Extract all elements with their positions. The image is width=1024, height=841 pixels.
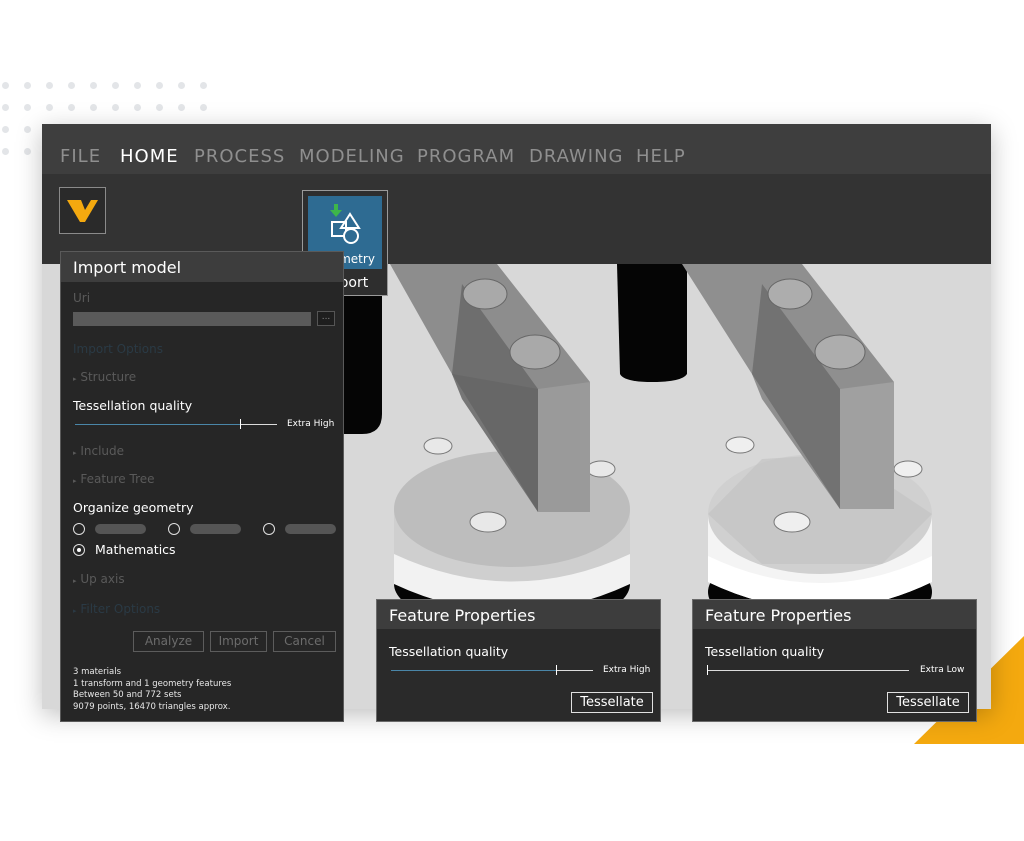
decorative-dot [156,104,163,111]
structure-section[interactable]: ▸ Structure [73,370,136,384]
expand-arrow-icon: ▸ [73,577,77,585]
feature-properties-panel-left: Feature Properties Tessellation quality … [376,599,661,722]
tessellation-slider-fill [75,424,241,425]
menu-drawing[interactable]: DRAWING [529,146,624,167]
expand-arrow-icon: ▸ [73,607,77,615]
organize-option-3-label [285,524,336,534]
feature-properties-panel-right: Feature Properties Tessellation quality … [692,599,977,722]
filter-options-section[interactable]: ▸ Filter Options [73,602,160,616]
feature-tree-section[interactable]: ▸ Feature Tree [73,472,155,486]
organize-option-1-label [95,524,146,534]
stat-line: Between 50 and 772 sets [73,690,182,700]
decorative-dot [200,82,207,89]
expand-arrow-icon: ▸ [73,375,77,383]
import-options-label[interactable]: Import Options [73,342,163,356]
tessellation-slider-thumb[interactable] [556,665,557,675]
decorative-dot [46,82,53,89]
decorative-dot [24,82,31,89]
browse-button[interactable]: ... [317,311,335,326]
organize-option-3-radio[interactable] [263,523,275,535]
decorative-dot [134,104,141,111]
panel-title: Import model [61,252,343,282]
tessellation-label: Tessellation quality [73,398,193,413]
expand-arrow-icon: ▸ [73,449,77,457]
menu-home[interactable]: HOME [120,146,179,167]
decorative-dot [24,148,31,155]
import-model-panel: Import model Uri ... Import Options ▸ St… [60,251,344,722]
left-model [304,264,630,629]
feature-properties-title: Feature Properties [693,600,976,629]
decorative-dot [68,104,75,111]
tessellation-value: Extra High [603,665,651,675]
menu-modeling[interactable]: MODELING [299,146,405,167]
tessellation-slider-thumb[interactable] [240,419,241,429]
structure-label: Structure [80,370,137,384]
right-model [617,264,932,637]
feature-properties-title: Feature Properties [377,600,660,629]
feature-tree-label: Feature Tree [80,472,155,486]
expand-arrow-icon: ▸ [73,477,77,485]
decorative-dot [178,82,185,89]
tessellate-button[interactable]: Tessellate [571,692,653,713]
tessellation-value: Extra Low [920,665,965,675]
decorative-dot [134,82,141,89]
uri-label: Uri [73,291,91,305]
stat-line: 1 transform and 1 geometry features [73,678,232,689]
filter-options-label: Filter Options [80,602,161,616]
cancel-button[interactable]: Cancel [273,631,336,652]
app-logo [59,187,106,234]
tessellation-label: Tessellation quality [705,644,825,659]
decorative-dot [2,104,9,111]
include-section[interactable]: ▸ Include [73,444,124,458]
decorative-dot [112,82,119,89]
import-button[interactable]: Import [210,631,267,652]
tessellation-value: Extra High [287,419,335,429]
menu-help[interactable]: HELP [636,146,686,167]
tessellation-slider-track [241,424,277,425]
decorative-dot [90,104,97,111]
tessellate-button[interactable]: Tessellate [887,692,969,713]
stat-line: 3 materials [73,667,122,677]
menu-file[interactable]: FILE [60,146,101,167]
decorative-dot [2,82,9,89]
decorative-dot [68,82,75,89]
organize-option-1-radio[interactable] [73,523,85,535]
organize-geometry-label: Organize geometry [73,500,194,515]
tessellation-slider-track [557,670,593,671]
organize-option-2-radio[interactable] [168,523,180,535]
decorative-dot [90,82,97,89]
include-label: Include [80,444,125,458]
import-geometry-icon [330,204,361,244]
decorative-dot [24,126,31,133]
decorative-dot [24,104,31,111]
up-axis-section[interactable]: ▸ Up axis [73,572,125,586]
menu-process[interactable]: PROCESS [194,146,285,167]
decorative-dot [178,104,185,111]
import-statistics: 3 materials 1 transform and 1 geometry f… [73,667,231,713]
decorative-dot [2,126,9,133]
uri-input[interactable] [73,312,311,326]
tessellation-label: Tessellation quality [389,644,509,659]
decorative-dot [112,104,119,111]
menu-bar: FILE HOME PROCESS MODELING PROGRAM DRAWI… [42,124,991,174]
decorative-dot [2,148,9,155]
decorative-dot [156,82,163,89]
decorative-dot [200,104,207,111]
up-axis-label: Up axis [80,572,125,586]
mathematics-radio[interactable] [73,544,85,556]
tessellation-slider-thumb[interactable] [707,665,708,675]
mathematics-label: Mathematics [95,542,176,557]
decorative-dot [46,104,53,111]
tessellation-slider-fill [391,670,557,671]
organize-option-2-label [190,524,241,534]
menu-program[interactable]: PROGRAM [417,146,515,167]
tessellation-slider-track [707,670,909,671]
analyze-button[interactable]: Analyze [133,631,204,652]
stat-line: 9079 points, 16470 triangles approx. [73,701,231,712]
